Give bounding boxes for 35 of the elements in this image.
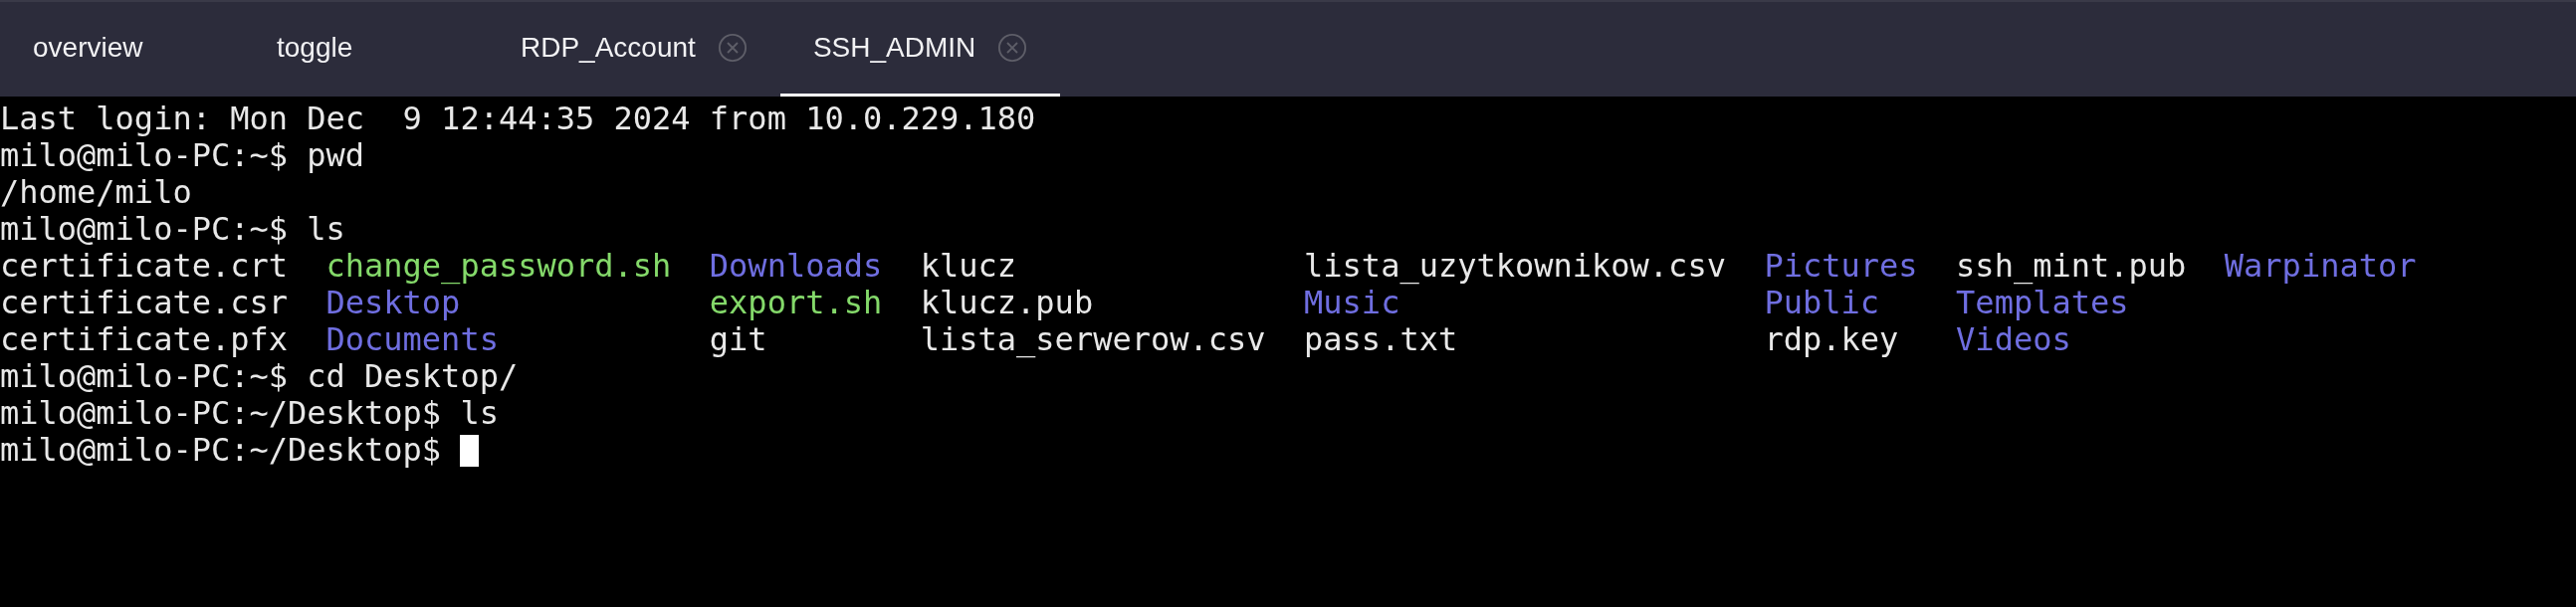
file-name: git — [709, 321, 767, 358]
file-name: change_password.sh — [325, 248, 672, 285]
tab[interactable]: toggle — [244, 2, 488, 97]
file-name: Warpinator — [2224, 248, 2417, 285]
file-name: klucz — [920, 248, 1017, 285]
tab[interactable]: SSH_ADMIN — [779, 2, 1061, 97]
file-name: klucz.pub — [920, 285, 1094, 321]
file-name: export.sh — [709, 285, 883, 321]
terminal-line: milo@milo-PC:~$ cd Desktop/ — [0, 358, 519, 395]
file-name: Music — [1304, 285, 1400, 321]
terminal-line: milo@milo-PC:~/Desktop$ — [0, 432, 442, 469]
close-icon[interactable] — [717, 33, 748, 63]
file-name: pass.txt — [1304, 321, 1458, 358]
file-name: Public — [1764, 285, 1880, 321]
terminal-line: /home/milo — [0, 174, 192, 211]
file-name: lista_serwerow.csv — [920, 321, 1266, 358]
terminal-line: milo@milo-PC:~/Desktop$ ls — [0, 395, 499, 432]
tab[interactable]: RDP_Account — [488, 2, 780, 97]
terminal-line: milo@milo-PC:~$ ls — [0, 211, 345, 248]
file-name: ssh_mint.pub — [1956, 248, 2187, 285]
close-icon[interactable] — [997, 33, 1028, 63]
terminal-line: milo@milo-PC:~$ pwd — [0, 137, 365, 174]
file-name: certificate.pfx — [0, 321, 288, 358]
file-name: Documents — [325, 321, 499, 358]
file-name: Pictures — [1764, 248, 1918, 285]
file-name: Videos — [1956, 321, 2071, 358]
file-name: certificate.csr — [0, 285, 288, 321]
file-name: rdp.key — [1764, 321, 1899, 358]
file-name: Downloads — [709, 248, 883, 285]
file-name: Desktop — [325, 285, 461, 321]
tab[interactable]: overview — [0, 2, 244, 97]
file-name: lista_uzytkownikow.csv — [1304, 248, 1726, 285]
file-name: Templates — [1956, 285, 2129, 321]
terminal-line: Last login: Mon Dec 9 12:44:35 2024 from 10.0.229.180 — [0, 101, 1036, 137]
file-name: certificate.crt — [0, 248, 288, 285]
